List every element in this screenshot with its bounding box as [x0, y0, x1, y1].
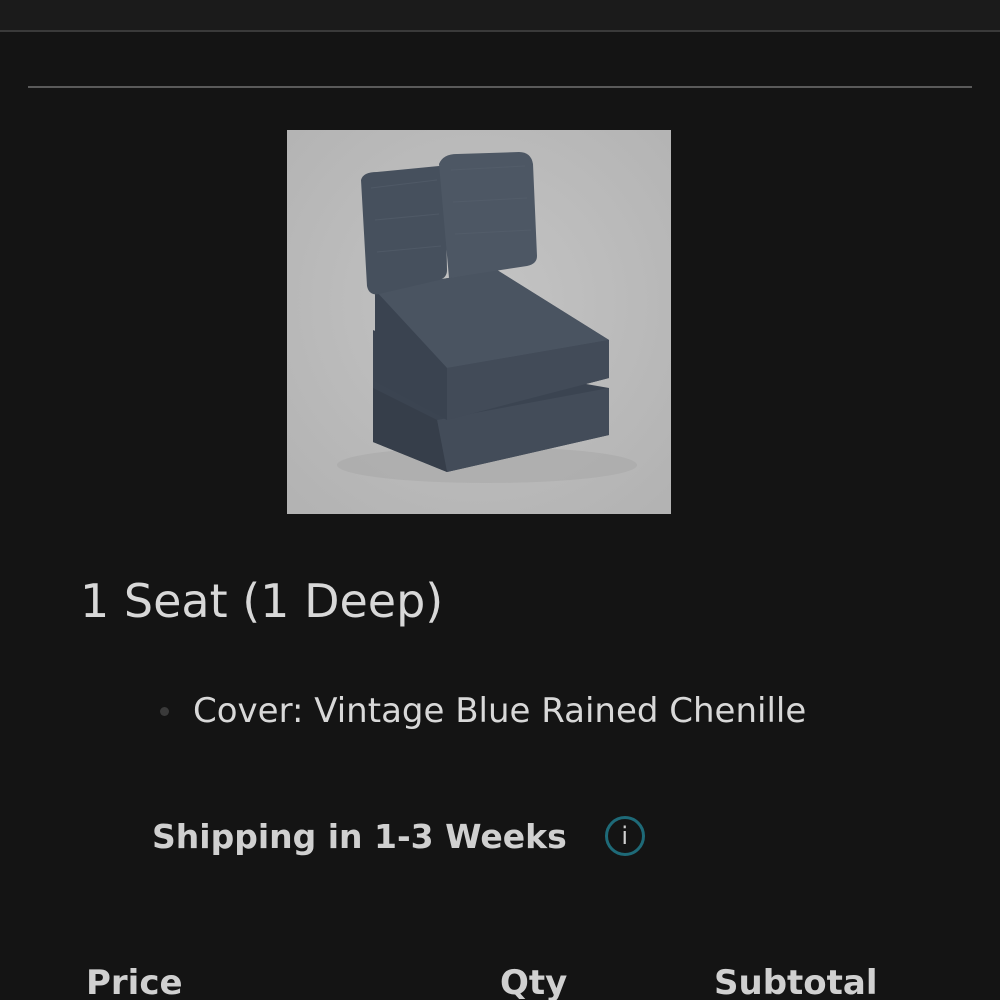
bullet-icon [160, 706, 169, 716]
chair-illustration [287, 130, 671, 514]
product-options: Cover: Vintage Blue Rained Chenille [160, 694, 806, 728]
subtotal-column-header: Subtotal [714, 963, 878, 1000]
shipping-row: Shipping in 1-3 Weeks i [152, 816, 645, 856]
product-image[interactable] [287, 130, 671, 514]
product-title: 1 Seat (1 Deep) [80, 574, 444, 628]
section-divider [28, 86, 972, 88]
option-item: Cover: Vintage Blue Rained Chenille [160, 694, 806, 728]
option-cover-text: Cover: Vintage Blue Rained Chenille [193, 691, 807, 731]
shipping-text: Shipping in 1-3 Weeks [152, 816, 567, 856]
cart-page: 1 Seat (1 Deep) Cover: Vintage Blue Rain… [0, 0, 1000, 1000]
price-column-header: Price [86, 963, 183, 1000]
qty-column-header: Qty [500, 963, 568, 1000]
info-icon[interactable]: i [604, 816, 645, 856]
top-bar [0, 0, 1000, 32]
